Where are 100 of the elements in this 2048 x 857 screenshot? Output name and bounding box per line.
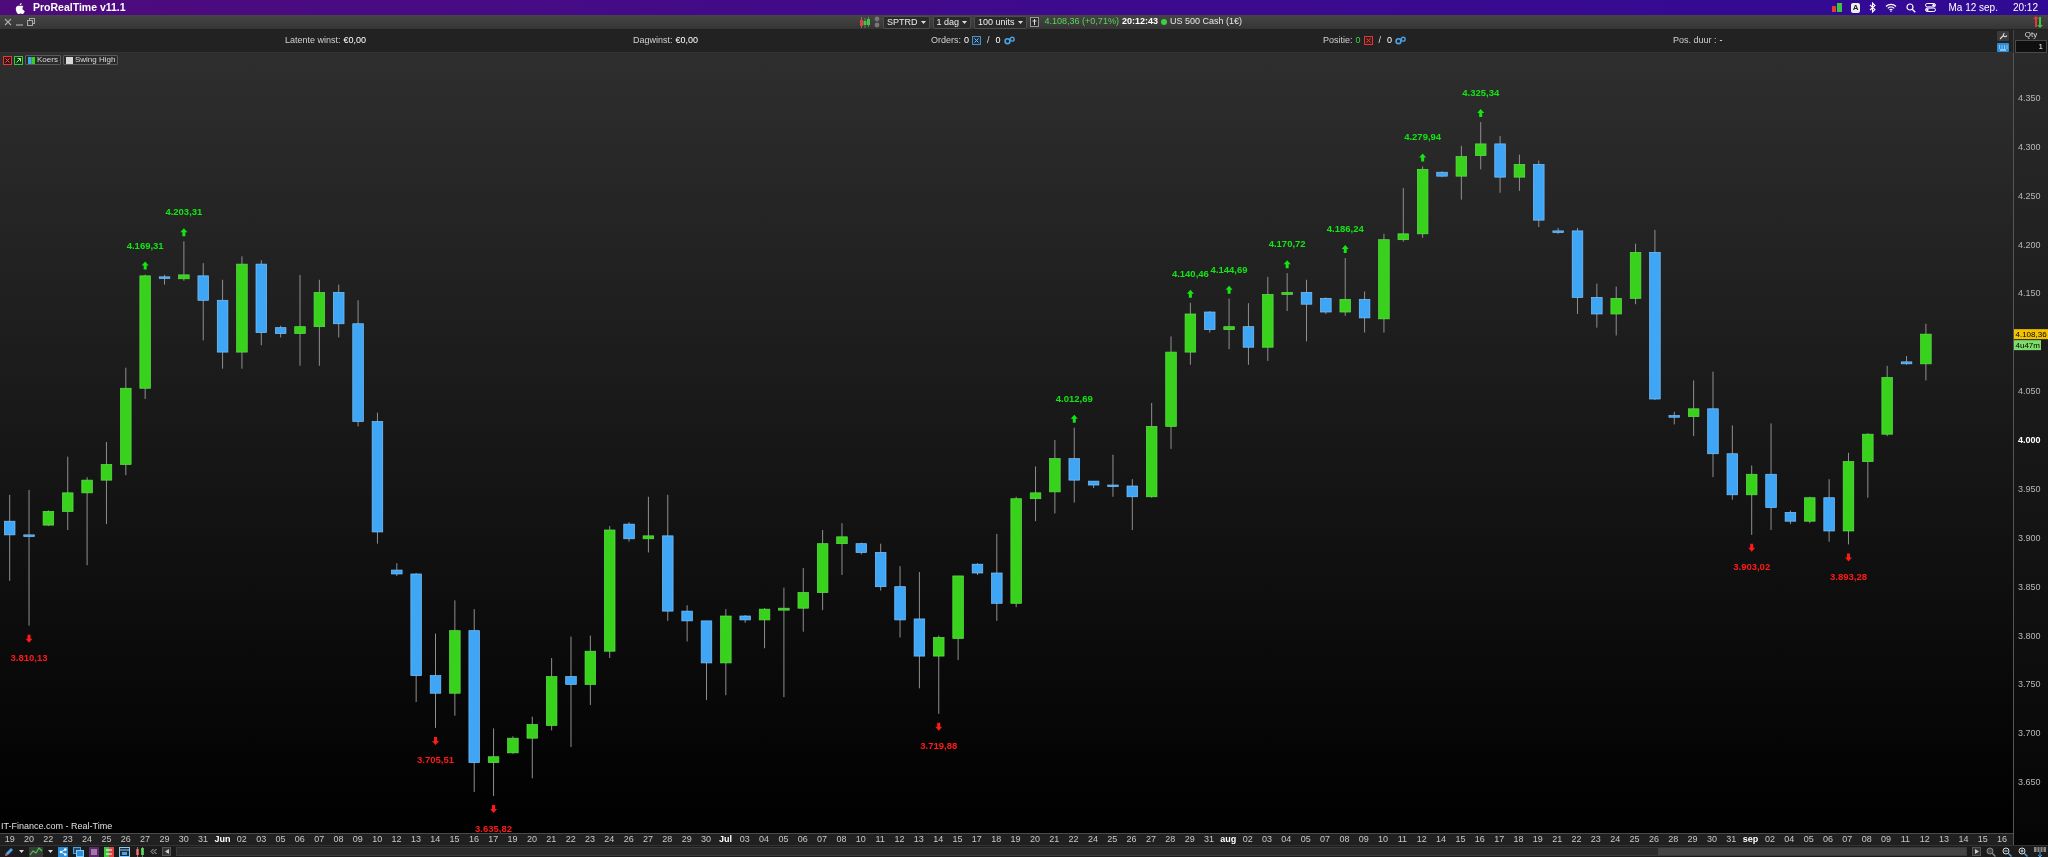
up-arrow-icon <box>1341 245 1349 254</box>
quantity-dropdown[interactable]: 100 units <box>974 15 1027 29</box>
swing-high-label: 4.279,94 <box>1404 131 1442 143</box>
price-axis-label: 3.900 <box>2018 532 2041 543</box>
apple-icon[interactable] <box>15 1 25 14</box>
rings-icon[interactable] <box>1395 36 1407 46</box>
keyboard-icon[interactable] <box>1997 42 2009 52</box>
scrollbar-thumb[interactable] <box>1658 848 1966 855</box>
swing-low-label: 3.719,88 <box>920 740 958 752</box>
striped-bar-arrow-icon[interactable] <box>2034 846 2046 857</box>
cancel-box-icon[interactable] <box>972 36 982 46</box>
up-arrow-icon <box>1070 414 1078 423</box>
falling-candle <box>1358 291 1371 334</box>
pencil-icon[interactable] <box>4 846 14 857</box>
date-axis-label: 30 <box>700 834 713 845</box>
left-triangle-icon <box>164 849 169 854</box>
line-chart-icon[interactable] <box>29 846 43 857</box>
window-icon[interactable] <box>119 846 130 857</box>
swing-low-label: 3.893,28 <box>1830 570 1867 582</box>
date-axis-label: 07 <box>816 834 829 845</box>
scroll-right-button[interactable] <box>1972 847 1981 856</box>
rising-candle <box>1223 298 1235 350</box>
rising-candle <box>584 635 596 706</box>
toggle-switches-icon[interactable] <box>1925 3 1937 12</box>
zoom-in-icon[interactable] <box>2018 846 2029 857</box>
current-price-tag: 4.108,36 <box>2014 329 2048 340</box>
legend-item[interactable]: Swing High <box>62 55 119 65</box>
qty-input[interactable]: 1 <box>2015 40 2047 53</box>
input-source-indicator[interactable]: A <box>1850 2 1861 13</box>
date-axis-label: 05 <box>777 834 790 845</box>
falling-candle <box>1126 478 1138 531</box>
close-icon[interactable] <box>3 55 12 65</box>
candles-icon[interactable] <box>859 16 871 28</box>
falling-candle <box>1668 411 1680 425</box>
date-axis-label: 06 <box>293 834 306 845</box>
date-axis-label: 24 <box>603 834 616 845</box>
date-axis-label: 17 <box>1493 834 1506 845</box>
date-axis-label: 10 <box>854 834 867 845</box>
field-label: Dagwinst: <box>633 36 673 46</box>
split-bars-icon[interactable] <box>104 846 114 857</box>
down-arrow-icon <box>490 805 498 814</box>
date-axis-label: 10 <box>1377 834 1390 845</box>
field-label: Pos. duur : <box>1673 36 1717 46</box>
date-axis-label: 05 <box>274 834 287 845</box>
wifi-icon[interactable] <box>1885 3 1898 12</box>
date-axis-label: 06 <box>796 834 809 845</box>
date-axis-label: 29 <box>1183 834 1196 845</box>
date-axis-label: 15 <box>951 834 964 845</box>
scroll-left-button[interactable] <box>162 847 171 856</box>
wrench-icon[interactable] <box>1997 30 2009 41</box>
caret-icon[interactable] <box>48 850 53 853</box>
countdown-tag: 4u47m <box>2014 340 2041 351</box>
date-axis-label: 20 <box>23 834 35 845</box>
date-axis-label: 23 <box>1589 834 1602 845</box>
rising-candle <box>1184 302 1197 366</box>
date-axis-label: 12 <box>893 834 906 845</box>
candles-icon[interactable] <box>135 846 145 857</box>
double-chevron-icon[interactable] <box>150 848 157 855</box>
arrow-box-icon[interactable] <box>1029 17 1039 27</box>
date-axis-label: 13 <box>1938 834 1951 845</box>
date-axis-label: 02 <box>1763 834 1776 845</box>
menu-time[interactable]: 20:12 <box>2012 2 2038 13</box>
caret-icon[interactable] <box>19 850 24 853</box>
legend-item[interactable]: Koers <box>25 55 61 65</box>
rings-icon[interactable] <box>1003 36 1015 46</box>
timeframe-dropdown[interactable]: 1 dag <box>932 15 972 29</box>
date-axis-label: 08 <box>1338 834 1351 845</box>
date-axis-label: 26 <box>119 834 132 845</box>
swap-arrows-icon[interactable] <box>2032 16 2044 28</box>
date-axis-label: 11 <box>1396 834 1409 845</box>
bluetooth-icon[interactable] <box>1869 2 1877 13</box>
share-icon[interactable] <box>58 846 68 857</box>
search-icon[interactable] <box>1906 2 1917 13</box>
instrument-dropdown[interactable]: SPTRD <box>883 15 930 29</box>
falling-candle <box>1320 296 1332 315</box>
app-title[interactable]: ProRealTime v11.1 <box>33 1 126 14</box>
falling-candle <box>158 274 171 286</box>
restore-icon[interactable] <box>27 18 35 26</box>
diagonal-arrow-icon[interactable] <box>14 55 23 65</box>
price-axis-label: 3.650 <box>2018 777 2041 788</box>
close-icon[interactable] <box>4 18 12 26</box>
menu-date[interactable]: Ma 12 sep. <box>1948 2 1998 13</box>
date-axis-label: 09 <box>1880 834 1892 845</box>
date-axis-label: 19 <box>3 834 16 845</box>
zoom-out-icon[interactable] <box>2002 846 2013 857</box>
date-axis-label: 14 <box>1435 834 1448 845</box>
rising-candle <box>1920 323 1932 381</box>
close-box-icon[interactable] <box>1363 36 1373 46</box>
price-axis-label: 3.800 <box>2018 630 2041 641</box>
status-squares-icon[interactable] <box>1831 3 1842 12</box>
down-arrow-icon <box>935 722 943 731</box>
date-axis-label: 15 <box>1976 834 1989 845</box>
date-axis-label: 25 <box>1628 834 1641 845</box>
rising-candle <box>642 496 655 553</box>
stacked-dots-icon[interactable] <box>874 16 880 28</box>
date-axis-label: 23 <box>583 834 596 845</box>
date-axis-label: 14 <box>932 834 945 845</box>
rising-candle <box>1339 257 1351 317</box>
list-icon[interactable] <box>89 846 99 857</box>
windows-icon[interactable] <box>73 846 84 857</box>
